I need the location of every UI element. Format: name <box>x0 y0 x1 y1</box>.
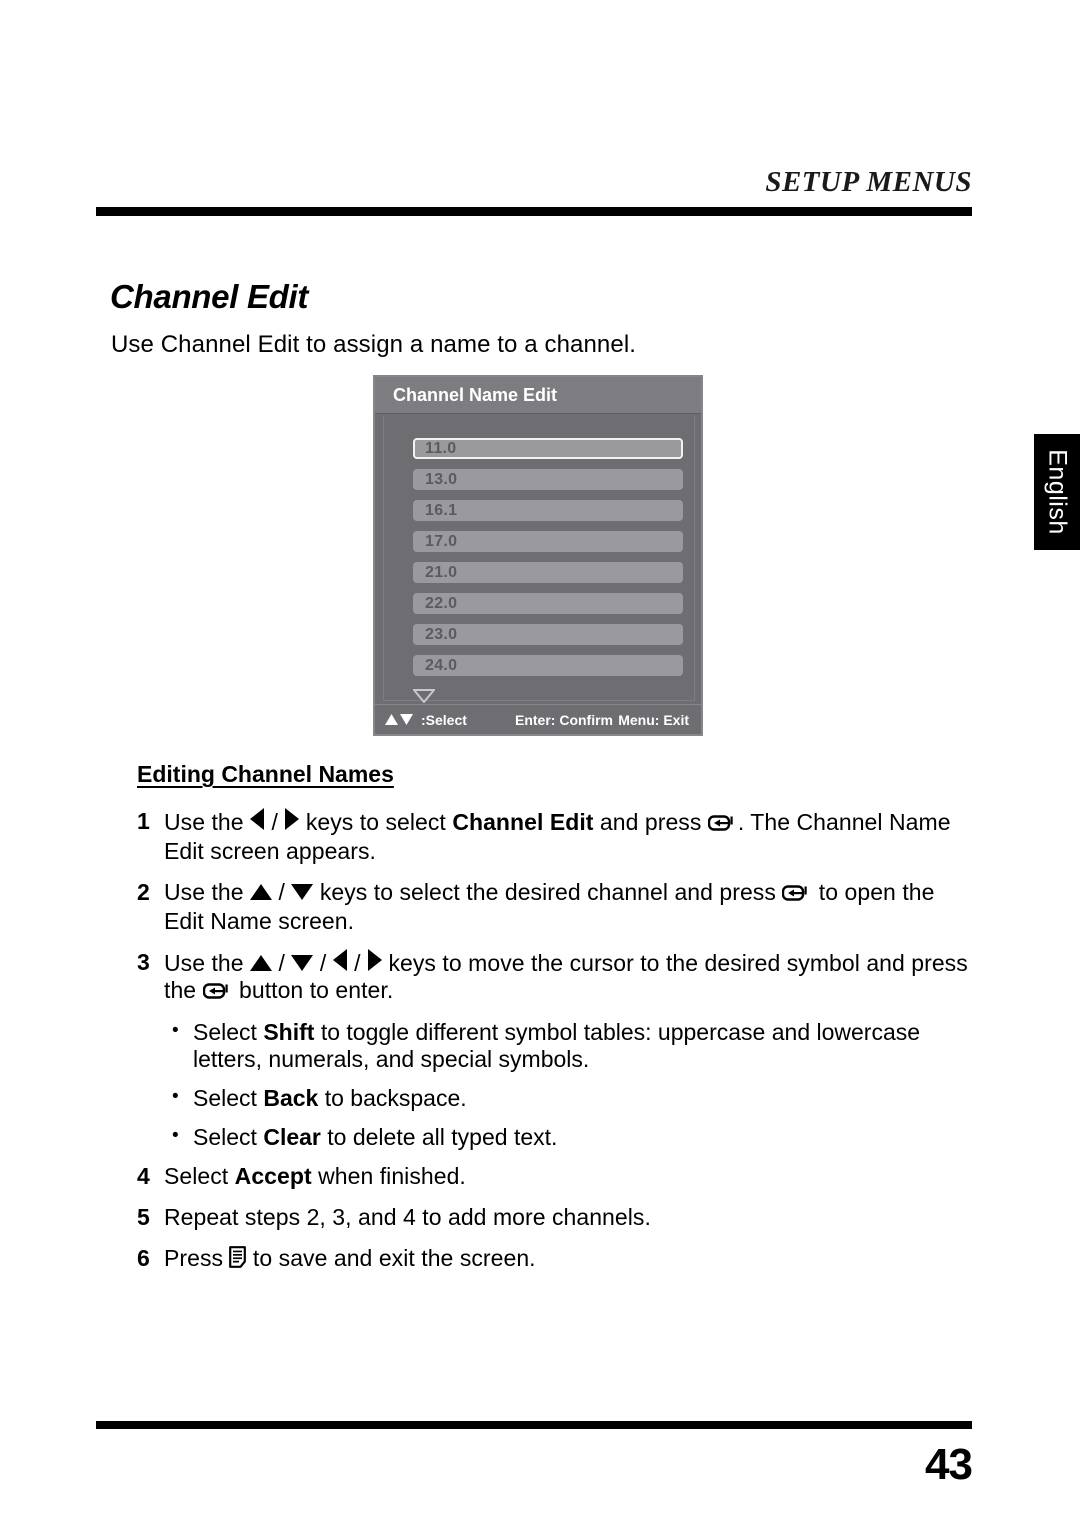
step-number: 4 <box>137 1163 150 1190</box>
instruction-bullet: • Select Clear to delete all typed text. <box>172 1124 977 1151</box>
up-triangle-icon <box>250 879 273 906</box>
bullet-dot-icon: • <box>172 1086 179 1108</box>
osd-channel-row-selected[interactable]: 11.0 <box>413 438 683 459</box>
osd-hint-exit: Menu: Exit <box>618 711 689 728</box>
osd-channel-row[interactable]: 23.0 <box>413 624 683 645</box>
footer-rule <box>96 1421 972 1429</box>
instruction-step: 1 Use the / keys to select Channel Edit a… <box>137 808 977 865</box>
header-rule <box>96 207 972 216</box>
osd-channel-row[interactable]: 13.0 <box>413 469 683 490</box>
bullet-text: Select Shift to toggle different symbol … <box>193 1019 921 1073</box>
emphasis-text: Accept <box>234 1163 312 1190</box>
page-title: Channel Edit <box>110 278 309 315</box>
osd-channel-label: 17.0 <box>425 532 458 550</box>
up-triangle-icon <box>250 950 273 977</box>
step-text: Use the / / / keys to move the cursor to… <box>164 948 977 1006</box>
left-triangle-icon <box>250 808 265 836</box>
step-text: Select Accept when finished. <box>164 1163 466 1190</box>
emphasis-text: Channel Edit <box>452 809 594 835</box>
instruction-step: 4 Select Accept when finished. <box>137 1163 977 1190</box>
right-triangle-icon <box>284 808 300 836</box>
language-tab-label: English <box>1043 449 1072 535</box>
bullet-dot-icon: • <box>172 1125 179 1147</box>
step-text: Press to save and exit the screen. <box>164 1245 977 1274</box>
instruction-bullet: • Select Shift to toggle different symbol… <box>172 1019 977 1073</box>
bullet-text: Select Back to backspace. <box>193 1085 467 1112</box>
emphasis-text: Shift <box>263 1019 315 1046</box>
step-number: 3 <box>137 948 150 975</box>
osd-channel-label: 16.1 <box>425 501 458 519</box>
down-triangle-icon <box>291 879 314 906</box>
instruction-bullet-list: • Select Shift to toggle different symbol… <box>137 1019 977 1151</box>
step-number: 6 <box>137 1244 150 1271</box>
osd-footer-hints: :Select Enter: Confirm Menu: Exit <box>375 704 701 734</box>
osd-channel-name-edit-panel: Channel Name Edit 11.0 13.0 16.1 17.0 21.0 22… <box>373 375 703 736</box>
instruction-bullet: • Select Back to backspace. <box>172 1085 977 1112</box>
updown-arrows-icon <box>385 714 413 725</box>
osd-hint-select: :Select <box>421 711 467 728</box>
enter-key-icon <box>782 881 812 908</box>
osd-channel-row[interactable]: 16.1 <box>413 500 683 521</box>
step-text: Repeat steps 2, 3, and 4 to add more cha… <box>164 1203 651 1230</box>
osd-channel-row[interactable]: 21.0 <box>413 562 683 583</box>
osd-channel-list: 11.0 13.0 16.1 17.0 21.0 22.0 23.0 24.0 <box>383 416 695 703</box>
osd-channel-label: 21.0 <box>425 563 458 581</box>
left-triangle-icon <box>332 948 348 977</box>
step-number: 2 <box>137 878 150 905</box>
step-number: 5 <box>137 1203 150 1230</box>
osd-hint-confirm: Enter: Confirm <box>515 711 613 728</box>
instruction-steps: 1 Use the / keys to select Channel Edit a… <box>137 808 977 1288</box>
osd-channel-label: 11.0 <box>425 439 457 457</box>
menu-key-icon <box>229 1245 247 1274</box>
osd-channel-label: 24.0 <box>425 656 458 674</box>
step-text: Use the / keys to select Channel Edit an… <box>164 808 951 864</box>
emphasis-text: Back <box>263 1085 319 1112</box>
down-triangle-icon <box>291 950 314 977</box>
instruction-step: 5 Repeat steps 2, 3, and 4 to add more ch… <box>137 1204 977 1231</box>
osd-channel-label: 13.0 <box>425 470 458 488</box>
bullet-text: Select Clear to delete all typed text. <box>193 1124 558 1151</box>
instruction-step: 3 Use the / / / keys to move the cursor t… <box>137 948 977 1006</box>
step-text: Use the / keys to select the desired cha… <box>164 878 935 934</box>
instruction-step: 6 Press to save and exit the screen. <box>137 1245 977 1274</box>
enter-key-icon <box>707 811 738 838</box>
instruction-step: 2 Use the / keys to select the desired ch… <box>137 879 977 935</box>
osd-channel-row[interactable]: 17.0 <box>413 531 683 552</box>
osd-channel-label: 23.0 <box>425 625 458 643</box>
bullet-dot-icon: • <box>172 1020 179 1042</box>
language-tab: English <box>1034 434 1080 550</box>
osd-channel-row[interactable]: 24.0 <box>413 655 683 676</box>
enter-key-icon <box>202 979 233 1006</box>
osd-channel-row[interactable]: 22.0 <box>413 593 683 614</box>
step-number: 1 <box>137 808 150 834</box>
instructions-subhead: Editing Channel Names <box>137 761 394 787</box>
page-number: 43 <box>925 1440 973 1489</box>
right-triangle-icon <box>367 948 383 977</box>
osd-title: Channel Name Edit <box>375 377 701 414</box>
emphasis-text: Clear <box>263 1124 321 1151</box>
section-header-title: SETUP MENUS <box>765 166 972 198</box>
page-intro-text: Use Channel Edit to assign a name to a c… <box>111 331 637 358</box>
osd-channel-label: 22.0 <box>425 594 458 612</box>
